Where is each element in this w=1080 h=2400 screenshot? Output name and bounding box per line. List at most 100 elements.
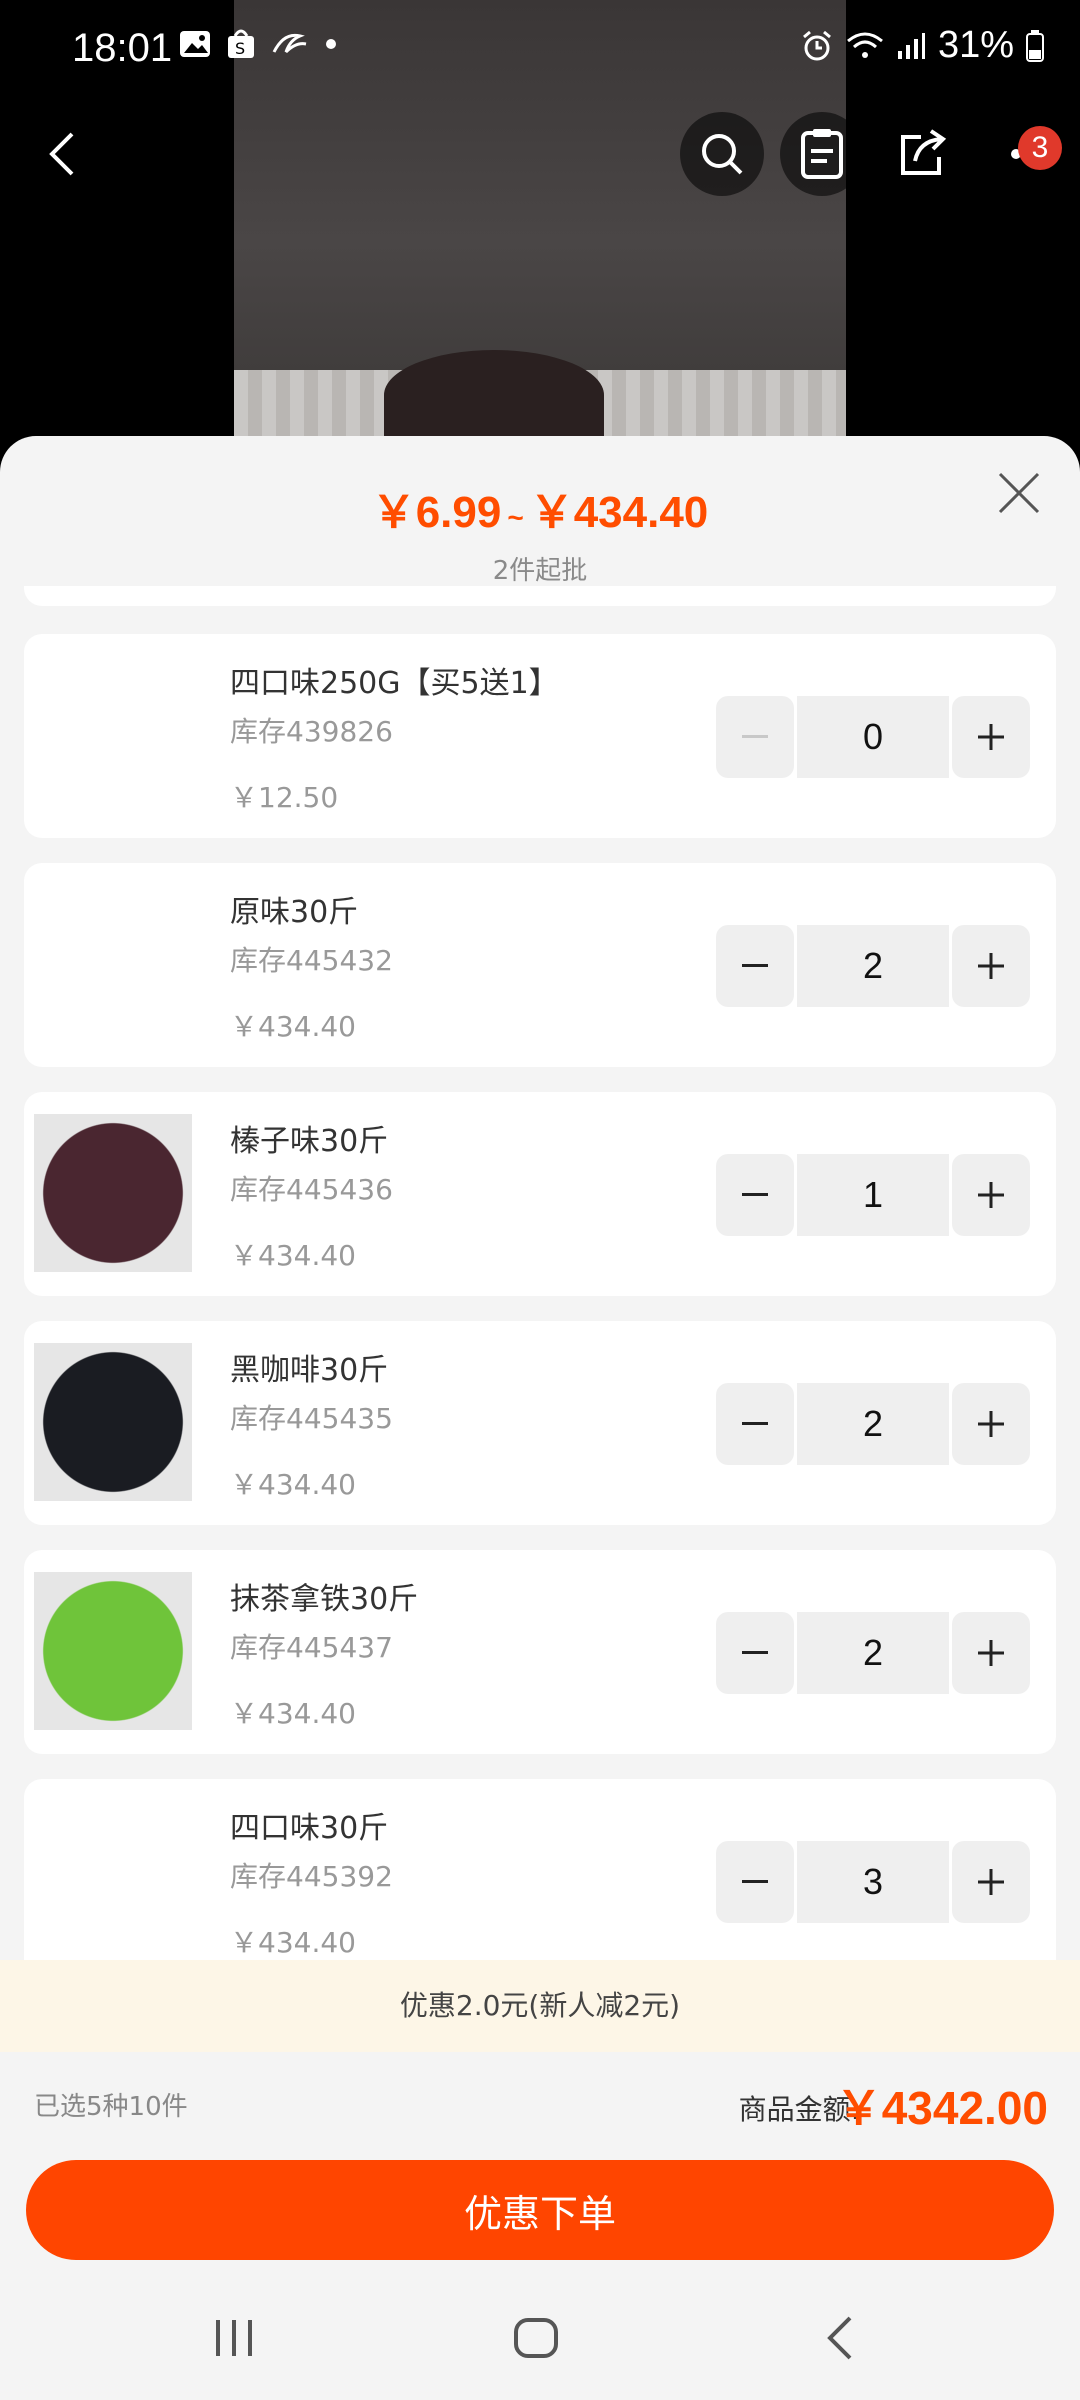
sku-price: ￥434.40 [230,1010,356,1043]
wifi-icon [846,32,883,58]
promo-bar: 优惠2.0元(新人减2元) [0,1960,1080,2052]
price-min: ￥6.99 [371,488,502,537]
price-range: ￥6.99 ~ ￥434.40 [0,476,1080,540]
decrease-quantity-button[interactable] [716,1841,794,1923]
status-bar: 18:01 S 31% [0,0,1080,96]
system-nav-bar [0,2274,1080,2400]
gallery-icon [180,31,210,57]
plus-icon [978,724,1004,750]
decrease-quantity-button[interactable] [716,1154,794,1236]
decrease-quantity-button[interactable] [716,925,794,1007]
sku-card: 四口味30斤 库存445392 ￥434.40 3 [24,1779,1056,1983]
sku-card: 抹茶拿铁30斤 库存445437 ￥434.40 2 [24,1550,1056,1754]
sku-card: 原味30斤库存445432 ￥434.40 2 [24,863,1056,1067]
total-value: ￥4342.00 [835,2082,1048,2134]
sku-card: 黑咖啡30斤 库存445435 ￥434.40 2 [24,1321,1056,1525]
quantity-input[interactable]: 2 [797,1383,949,1465]
increase-quantity-button[interactable] [952,696,1030,778]
decrease-quantity-button[interactable] [716,1383,794,1465]
quantity-stepper: 1 [716,1154,1032,1236]
top-nav: 3 [0,100,1080,210]
back-nav-icon[interactable] [822,2314,858,2362]
sku-price: ￥434.40 [230,1239,356,1272]
sku-name: 榛子味30斤 [230,1124,389,1159]
share-button[interactable] [880,112,964,196]
shopping-bag-icon: S [228,29,254,58]
alarm-icon [802,30,831,60]
decrease-quantity-button[interactable] [716,1612,794,1694]
status-time: 18:01 [72,26,173,70]
quantity-stepper: 2 [716,1383,1032,1465]
quantity-stepper: 2 [716,925,1032,1007]
place-order-button[interactable]: 优惠下单 [26,2160,1054,2260]
plus-icon [978,1182,1004,1208]
sku-stock: 库存439826 [230,715,393,748]
quantity-input[interactable]: 1 [797,1154,949,1236]
sku-price: ￥434.40 [230,1468,356,1501]
search-button[interactable] [680,112,764,196]
minus-icon [742,1193,768,1196]
sku-name: 四口味30斤 [230,1811,389,1846]
sku-name: 原味30斤 [230,895,359,930]
minus-icon [742,735,768,738]
plus-icon [978,1411,1004,1437]
increase-quantity-button[interactable] [952,1612,1030,1694]
quantity-input[interactable]: 2 [797,925,949,1007]
price-max: ￥434.40 [529,488,709,537]
quantity-input[interactable]: 0 [797,696,949,778]
system-status: 31% [800,24,1044,67]
sku-price: ￥434.40 [230,1697,356,1730]
sku-stock: 库存445435 [230,1402,393,1435]
sku-stock: 库存445392 [230,1860,393,1893]
plus-icon [978,1869,1004,1895]
search-icon [702,134,743,175]
clipboard-icon [801,129,843,179]
sku-price: ￥12.50 [230,781,339,814]
battery-percent: 31% [937,24,1014,66]
back-button[interactable] [36,126,92,182]
clipboard-button[interactable] [780,112,864,196]
sku-thumbnail [34,1572,192,1730]
cart-count-badge: 3 [1018,126,1062,170]
minus-icon [742,964,768,967]
increase-quantity-button[interactable] [952,1383,1030,1465]
order-summary: 已选5种10件 商品金额: ￥4342.00 [0,2052,1080,2150]
notification-icons: S [178,28,338,60]
increase-quantity-button[interactable] [952,925,1030,1007]
minus-icon [742,1422,768,1425]
close-icon [998,472,1040,514]
close-button[interactable] [994,468,1044,518]
minus-icon [742,1651,768,1654]
quantity-input[interactable]: 2 [797,1612,949,1694]
list-item-stub [24,586,1056,606]
sku-name: 黑咖啡30斤 [230,1353,389,1388]
more-button[interactable]: 3 [980,112,1080,196]
plus-icon [978,1640,1004,1666]
minimum-order-text: 2件起批 [492,556,588,586]
signal-icon [897,32,925,59]
sku-stock: 库存445436 [230,1173,393,1206]
plus-icon [978,953,1004,979]
minus-icon [742,1880,768,1883]
quantity-input[interactable]: 3 [797,1841,949,1923]
app-logo-icon [272,33,307,54]
home-icon[interactable] [512,2316,560,2360]
photo-beans [384,350,604,440]
quantity-stepper: 0 [716,696,1032,778]
sku-card: 四口味250G【买5送1】 库存439826 ￥12.50 0 [24,634,1056,838]
increase-quantity-button[interactable] [952,1841,1030,1923]
sku-thumbnail [34,1114,192,1272]
selected-count: 已选5种10件 [34,2092,188,2122]
price-separator: ~ [507,502,524,533]
recent-apps-icon[interactable] [212,2318,256,2358]
quantity-stepper: 3 [716,1841,1032,1923]
dot-icon [326,39,336,49]
sku-card: 榛子味30斤 库存445436 ￥434.40 1 [24,1092,1056,1296]
sku-name: 四口味250G【买5送1】 [230,666,559,701]
decrease-quantity-button[interactable] [716,696,794,778]
increase-quantity-button[interactable] [952,1154,1030,1236]
sku-stock: 库存445437 [230,1631,393,1664]
battery-icon [1026,29,1044,62]
sku-stock: 库存445432 [230,944,393,977]
sku-price: ￥434.40 [230,1926,356,1959]
